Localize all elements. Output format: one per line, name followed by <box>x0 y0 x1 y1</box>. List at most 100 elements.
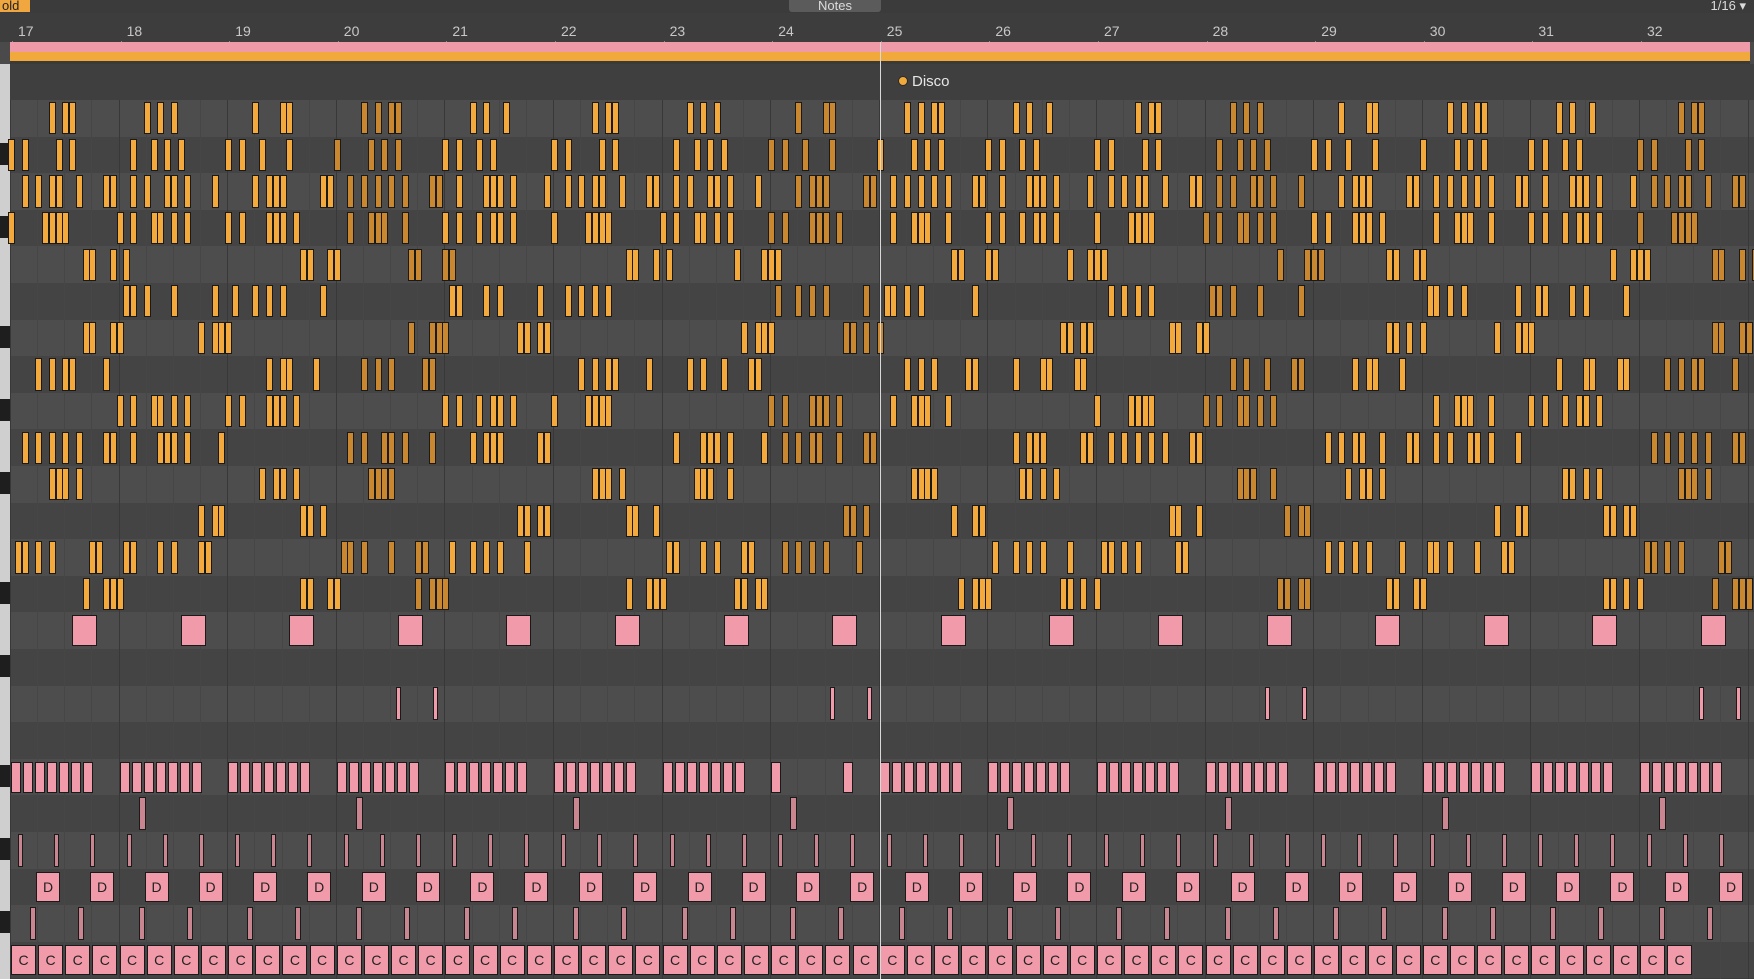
midi-note[interactable] <box>1699 687 1704 721</box>
midi-note[interactable]: C <box>1531 945 1557 975</box>
midi-note[interactable] <box>388 175 396 208</box>
midi-note[interactable] <box>1698 102 1706 135</box>
midi-note[interactable] <box>1652 761 1662 793</box>
midi-note[interactable] <box>47 761 57 793</box>
midi-note[interactable] <box>578 358 586 391</box>
midi-note[interactable] <box>1270 468 1278 501</box>
midi-note[interactable] <box>1643 248 1651 281</box>
midi-note[interactable]: D <box>1393 872 1418 902</box>
black-key[interactable] <box>0 581 10 604</box>
midi-note[interactable] <box>1379 431 1387 464</box>
midi-note[interactable] <box>476 211 484 245</box>
midi-note[interactable] <box>1684 175 1692 208</box>
midi-note[interactable] <box>722 761 733 793</box>
midi-note[interactable] <box>1229 358 1237 391</box>
midi-note[interactable] <box>69 102 77 135</box>
midi-note[interactable] <box>469 761 480 793</box>
midi-note[interactable]: C <box>1667 945 1693 975</box>
midi-note[interactable] <box>1433 175 1441 208</box>
midi-note[interactable] <box>1284 504 1292 537</box>
midi-note[interactable] <box>774 285 782 318</box>
midi-note[interactable] <box>191 761 202 793</box>
midi-note[interactable]: D <box>1013 872 1038 902</box>
midi-note[interactable] <box>55 175 63 208</box>
midi-note[interactable] <box>951 504 959 537</box>
midi-note[interactable] <box>496 394 504 428</box>
midi-note[interactable] <box>578 175 586 208</box>
midi-note[interactable] <box>781 211 789 245</box>
midi-note[interactable] <box>867 687 873 721</box>
midi-note[interactable] <box>1528 138 1536 171</box>
midi-note[interactable] <box>1243 211 1251 245</box>
midi-note[interactable] <box>605 285 613 318</box>
midi-note[interactable] <box>184 211 192 245</box>
midi-note[interactable]: C <box>608 945 634 975</box>
midi-note[interactable] <box>1372 138 1380 171</box>
midi-note[interactable] <box>1413 175 1420 208</box>
midi-note[interactable] <box>659 211 667 245</box>
midi-note[interactable] <box>1474 541 1482 574</box>
midi-note[interactable] <box>1107 285 1115 318</box>
midi-note[interactable] <box>1691 468 1699 501</box>
midi-note[interactable] <box>1446 431 1454 464</box>
midi-note[interactable] <box>512 907 519 940</box>
midi-note[interactable] <box>1582 285 1590 318</box>
midi-note[interactable] <box>1097 761 1107 793</box>
midi-note[interactable] <box>1161 431 1169 464</box>
midi-note[interactable]: C <box>1151 945 1177 975</box>
midi-note[interactable] <box>138 907 145 940</box>
midi-note[interactable] <box>1446 102 1454 135</box>
midi-note[interactable] <box>1032 138 1040 171</box>
midi-note[interactable] <box>1066 577 1074 611</box>
midi-note[interactable] <box>1589 102 1597 135</box>
midi-note[interactable] <box>21 138 29 171</box>
midi-note[interactable]: C <box>309 945 335 975</box>
midi-note[interactable] <box>1494 504 1502 537</box>
midi-note[interactable] <box>700 211 708 245</box>
midi-note[interactable] <box>1569 468 1577 501</box>
midi-note[interactable] <box>1216 175 1224 208</box>
midi-note[interactable]: C <box>1558 945 1584 975</box>
midi-note[interactable] <box>1107 431 1115 464</box>
midi-note[interactable] <box>62 468 70 501</box>
midi-note[interactable] <box>1596 468 1604 501</box>
midi-note[interactable]: C <box>228 945 254 975</box>
midi-note[interactable]: D <box>633 872 657 902</box>
midi-note[interactable] <box>1609 504 1617 537</box>
midi-note[interactable] <box>307 833 313 867</box>
midi-note[interactable] <box>1012 102 1020 135</box>
grid-quantization-dropdown[interactable]: 1/16 ▾ <box>1711 0 1746 12</box>
midi-note[interactable] <box>1596 394 1604 428</box>
midi-note[interactable]: D <box>36 872 60 902</box>
midi-note[interactable] <box>822 541 830 574</box>
midi-note[interactable] <box>372 761 383 793</box>
midi-note[interactable] <box>1704 175 1712 208</box>
midi-note[interactable] <box>659 577 667 611</box>
midi-note[interactable] <box>727 211 735 245</box>
midi-note[interactable] <box>761 431 769 464</box>
midi-note[interactable] <box>1236 138 1244 171</box>
midi-note[interactable] <box>1441 797 1449 831</box>
midi-note[interactable] <box>612 138 620 171</box>
midi-note[interactable] <box>347 211 355 245</box>
midi-note[interactable]: C <box>1015 945 1041 975</box>
midi-note[interactable] <box>415 248 423 281</box>
midi-note[interactable] <box>605 211 613 245</box>
midi-note[interactable] <box>1677 358 1685 391</box>
midi-note[interactable] <box>1087 431 1095 464</box>
midi-note[interactable] <box>1039 211 1047 245</box>
midi-note[interactable] <box>578 761 588 793</box>
midi-note[interactable] <box>211 175 219 208</box>
midi-note[interactable] <box>915 761 926 793</box>
midi-note[interactable] <box>931 175 939 208</box>
midi-note[interactable] <box>360 175 368 208</box>
midi-note[interactable] <box>1229 102 1237 135</box>
midi-note[interactable] <box>850 833 856 867</box>
midi-note[interactable] <box>264 761 275 793</box>
midi-note[interactable] <box>48 431 56 464</box>
midi-note[interactable] <box>1338 175 1346 208</box>
midi-note[interactable] <box>1243 358 1251 391</box>
midi-note[interactable] <box>1446 761 1457 793</box>
midi-note[interactable] <box>69 138 77 171</box>
midi-note[interactable] <box>1446 285 1454 318</box>
